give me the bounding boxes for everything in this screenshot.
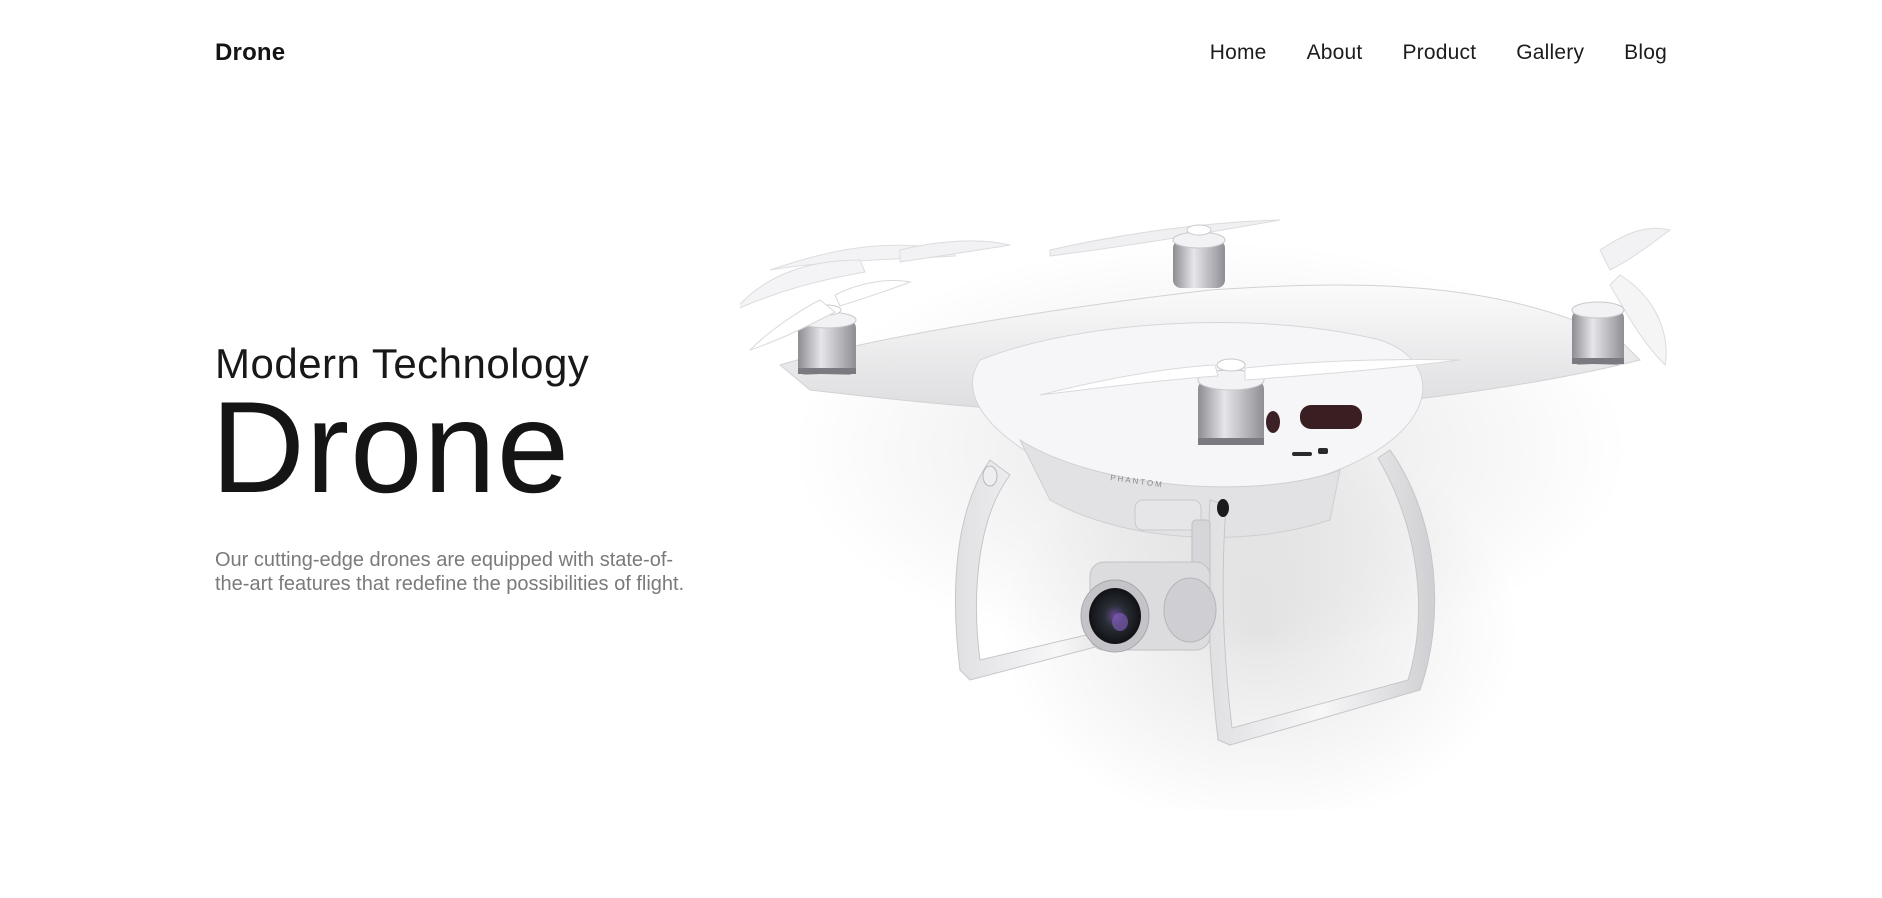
nav-gallery[interactable]: Gallery [1516, 41, 1584, 65]
nav-product[interactable]: Product [1402, 41, 1476, 65]
hero-section: Modern Technology Drone Our cutting-edge… [211, 340, 735, 596]
drone-image: PHANTOM [740, 190, 1720, 810]
site-header: Drone Home About Product Gallery Blog [215, 30, 1667, 76]
nav-blog[interactable]: Blog [1624, 41, 1667, 65]
status-light [1300, 405, 1362, 429]
motor-back-right [1571, 301, 1625, 365]
hero-description: Our cutting-edge drones are equipped wit… [215, 549, 685, 596]
nav-home[interactable]: Home [1210, 41, 1267, 65]
logo-link[interactable]: Drone [215, 39, 285, 67]
landing-page: Drone Home About Product Gallery Blog Mo… [0, 0, 1882, 898]
main-nav: Home About Product Gallery Blog [1210, 41, 1667, 65]
motor-back-center [1172, 224, 1226, 288]
nav-about[interactable]: About [1307, 41, 1363, 65]
hero-title: Drone [211, 374, 571, 521]
